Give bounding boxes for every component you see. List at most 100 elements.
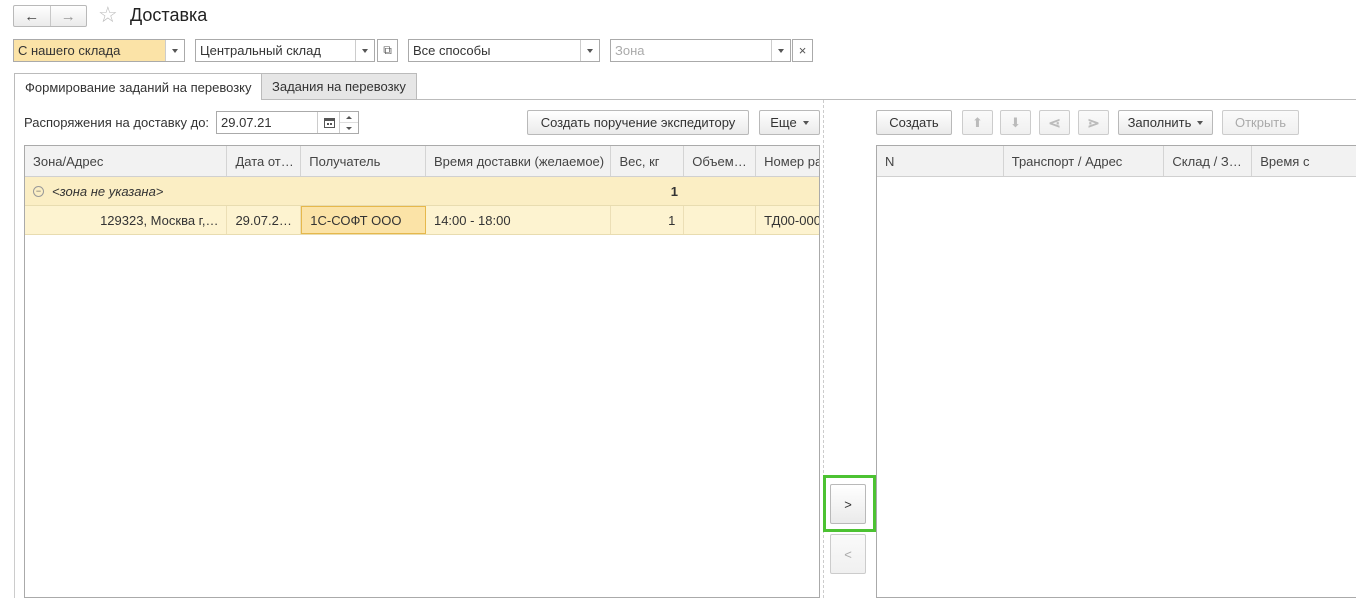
column-label: Транспорт / Адрес <box>1011 153 1123 169</box>
warehouse-select-value: Центральный склад <box>200 43 321 58</box>
chevron-down-icon[interactable] <box>580 40 599 61</box>
col-date[interactable]: Дата от… <box>227 146 302 176</box>
tasks-table[interactable]: N Транспорт / Адрес Склад / З… Время с <box>876 145 1356 598</box>
cell-delivery-time: 14:00 - 18:00 <box>426 206 612 234</box>
col-delivery-time[interactable]: Время доставки (желаемое) <box>426 146 612 176</box>
collapse-icon[interactable]: − <box>33 185 44 197</box>
date-input[interactable]: 29.07.21 <box>216 111 359 134</box>
method-select-value: Все способы <box>413 43 491 58</box>
col-zone-address[interactable]: Зона/Адрес <box>25 146 228 176</box>
calendar-icon[interactable] <box>317 112 340 133</box>
create-order-button[interactable]: Создать поручение экспедитору <box>527 110 749 135</box>
arrow-down-icon: ⬇ <box>1010 114 1021 130</box>
col-time-from[interactable]: Время с <box>1252 146 1356 176</box>
column-label: Номер ра <box>764 153 819 169</box>
remove-from-task-button[interactable]: < <box>830 534 866 574</box>
cell-value: 1 <box>668 212 676 228</box>
table-header: Зона/Адрес Дата от… Получатель Время дос… <box>25 146 819 177</box>
date-spinner[interactable] <box>339 112 358 133</box>
create-order-button-label: Создать поручение экспедитору <box>540 115 736 130</box>
zone-clear-button[interactable]: × <box>792 39 813 62</box>
move-down-button[interactable]: ⬇ <box>1000 110 1031 135</box>
column-label: Дата от… <box>235 153 294 169</box>
tab-forming-tasks[interactable]: Формирование заданий на перевозку <box>14 73 263 100</box>
col-recipient[interactable]: Получатель <box>301 146 426 176</box>
open-button[interactable]: Открыть <box>1222 110 1299 135</box>
col-weight[interactable]: Вес, кг <box>611 146 685 176</box>
group-label-cell: − <зона не указана> <box>25 177 613 205</box>
group-label: <зона не указана> <box>52 183 164 199</box>
cell-address: 129323, Москва г,… <box>25 206 228 234</box>
create-task-button[interactable]: Создать <box>876 110 952 135</box>
cell-volume <box>684 206 757 234</box>
close-icon: × <box>798 43 807 58</box>
col-transport-address[interactable]: Транспорт / Адрес <box>1004 146 1165 176</box>
warehouse-select[interactable]: Центральный склад <box>195 39 375 62</box>
forward-arrow-icon: → <box>60 7 76 25</box>
tab-label: Задания на перевозку <box>272 79 406 94</box>
chevron-down-icon[interactable] <box>771 40 790 61</box>
forward-button[interactable]: → <box>51 6 87 26</box>
open-button-label: Открыть <box>1234 115 1287 130</box>
chevron-down-icon[interactable] <box>165 40 184 61</box>
group-row[interactable]: − <зона не указана> 1 <box>25 177 819 206</box>
cell-recipient[interactable]: 1С-СОФТ ООО <box>301 206 426 234</box>
favorite-star-icon[interactable]: ☆ <box>98 2 118 28</box>
tab-label: Формирование заданий на перевозку <box>25 79 252 95</box>
chevron-down-icon[interactable] <box>355 40 374 61</box>
spin-up-icon[interactable] <box>340 112 358 123</box>
cell-weight: 1 <box>611 206 685 234</box>
more-button-label: Еще <box>770 115 797 130</box>
col-volume[interactable]: Объем… <box>684 146 757 176</box>
col-warehouse-zone[interactable]: Склад / З… <box>1164 146 1253 176</box>
date-label: Распоряжения на доставку до: <box>24 115 210 130</box>
column-label: Объем… <box>692 153 747 169</box>
cell-value: 1С-СОФТ ООО <box>310 212 402 228</box>
source-select-value: С нашего склада <box>18 43 121 58</box>
column-label: Время доставки (желаемое) <box>433 153 605 169</box>
create-task-button-label: Создать <box>889 115 939 130</box>
remove-button-label: < <box>844 546 852 562</box>
back-arrow-icon: ← <box>24 7 40 25</box>
cell-value: 129323, Москва г,… <box>100 212 219 228</box>
date-input-value: 29.07.21 <box>221 115 272 130</box>
cell-value: 29.07.2… <box>235 212 292 228</box>
table-header: N Транспорт / Адрес Склад / З… Время с <box>877 146 1356 177</box>
column-label: Вес, кг <box>619 153 660 169</box>
column-label: Зона/Адрес <box>33 153 104 169</box>
nav-group: ← → <box>13 5 87 27</box>
back-button[interactable]: ← <box>14 6 51 26</box>
zone-select[interactable]: Зона <box>610 39 791 62</box>
cell-number: ТД00-000 <box>756 206 819 234</box>
chevron-down-icon <box>802 120 809 125</box>
page-title: Доставка <box>130 5 208 25</box>
split-icon: ⋖ <box>1048 114 1061 132</box>
cell-date: 29.07.2… <box>227 206 302 234</box>
column-label: Склад / З… <box>1172 153 1242 169</box>
cell-value: ТД00-000 <box>764 212 819 228</box>
zone-select-placeholder: Зона <box>615 43 645 58</box>
column-label: Время с <box>1260 153 1310 169</box>
left-edge-line <box>14 99 15 598</box>
fill-button[interactable]: Заполнить <box>1118 110 1213 135</box>
merge-icon: ⋗ <box>1087 114 1100 132</box>
column-label: Получатель <box>309 153 381 169</box>
spin-down-icon[interactable] <box>340 123 358 133</box>
more-button[interactable]: Еще <box>759 110 820 135</box>
open-window-icon: ⧉ <box>383 43 392 57</box>
tab-transport-tasks[interactable]: Задания на перевозку <box>261 73 417 99</box>
table-row[interactable]: 129323, Москва г,… 29.07.2… 1С-СОФТ ООО … <box>25 206 819 235</box>
move-up-button[interactable]: ⬆ <box>962 110 993 135</box>
merge-button[interactable]: ⋗ <box>1078 110 1109 135</box>
chevron-down-icon <box>1197 120 1204 125</box>
col-n[interactable]: N <box>877 146 1004 176</box>
column-label: N <box>885 153 895 169</box>
add-to-task-button[interactable]: > <box>830 484 866 524</box>
source-select[interactable]: С нашего склада <box>13 39 185 62</box>
orders-table[interactable]: Зона/Адрес Дата от… Получатель Время дос… <box>24 145 820 598</box>
col-number[interactable]: Номер ра <box>756 146 819 176</box>
method-select[interactable]: Все способы <box>408 39 600 62</box>
warehouse-open-button[interactable]: ⧉ <box>377 39 398 62</box>
split-button[interactable]: ⋖ <box>1039 110 1070 135</box>
arrow-up-icon: ⬆ <box>972 114 983 130</box>
